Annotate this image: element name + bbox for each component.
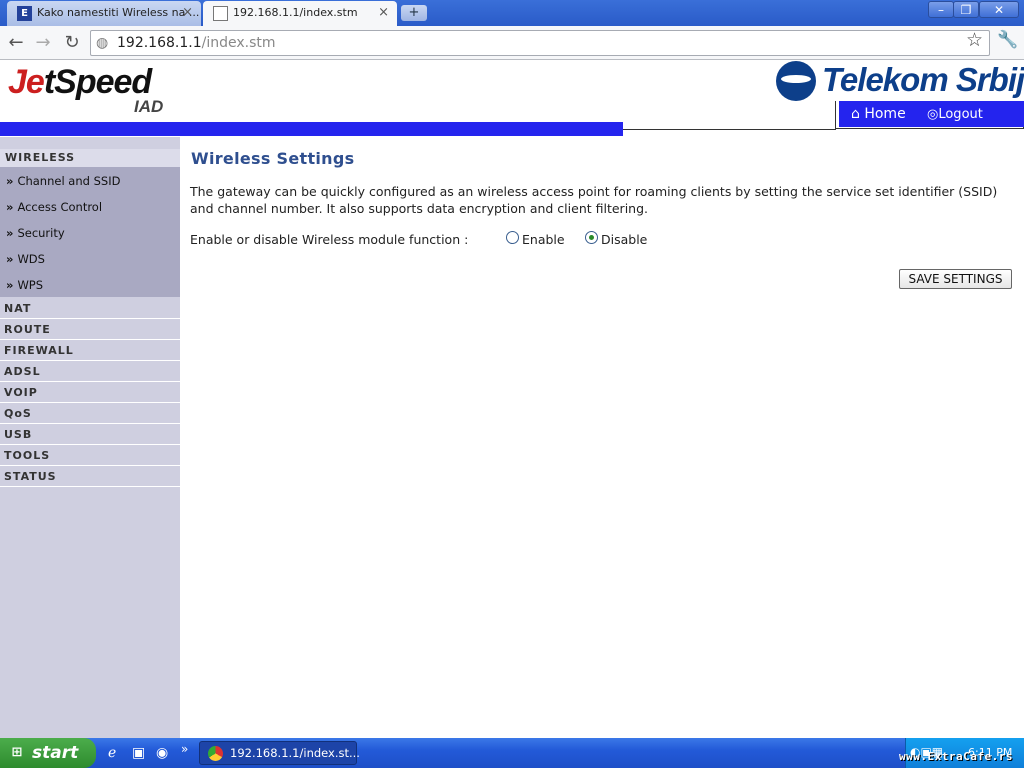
sidebar-subitem-channel-ssid[interactable]: » Channel and SSID xyxy=(6,174,124,188)
reload-icon[interactable]: ↻ xyxy=(62,32,82,53)
url-path: /index.stm xyxy=(201,35,276,51)
sidebar-subitem-wds[interactable]: » WDS xyxy=(6,252,49,266)
enable-radio[interactable] xyxy=(506,231,519,244)
taskbar: ⊞ start ℯ ▣ ◉ » 192.168.1.1/index.st... ◐… xyxy=(0,738,1024,768)
wireless-toggle-label: Enable or disable Wireless module functi… xyxy=(190,232,469,247)
home-link[interactable]: ⌂ Home xyxy=(851,106,906,122)
window-close-icon[interactable]: ✕ xyxy=(979,1,1019,18)
tab-extracafe[interactable]: E Kako namestiti Wireless na ... × xyxy=(7,1,201,26)
enable-radio-label[interactable]: Enable xyxy=(522,232,565,247)
telekom-logo: Telekom Srbija xyxy=(822,61,1024,98)
browser-toolbar: ← → ↻ ◍ 192.168.1.1/index.stm xyxy=(0,26,1024,60)
telekom-symbol-icon xyxy=(776,61,816,101)
sidebar-item-usb[interactable]: USB xyxy=(0,424,180,445)
quicklaunch-chevron-icon[interactable]: » xyxy=(181,742,188,756)
address-bar[interactable]: ◍ 192.168.1.1/index.stm xyxy=(90,30,990,56)
disable-radio-label[interactable]: Disable xyxy=(601,232,647,247)
sidebar-item-voip[interactable]: VOIP xyxy=(0,382,180,403)
url-host: 192.168.1.1 xyxy=(117,35,202,51)
page-title: Wireless Settings xyxy=(191,149,355,168)
tab-close-icon[interactable]: × xyxy=(182,5,193,20)
new-tab-button[interactable]: + xyxy=(401,5,427,21)
site-favicon-icon: E xyxy=(17,6,32,21)
taskbar-item-browser[interactable]: 192.168.1.1/index.st... xyxy=(199,741,360,765)
windows-flag-icon: ⊞ xyxy=(11,745,23,760)
sidebar-item-status[interactable]: STATUS xyxy=(0,466,180,487)
sidebar-item-firewall[interactable]: FIREWALL xyxy=(0,340,180,361)
sidebar-item-wireless[interactable]: WIRELESS xyxy=(0,149,180,167)
media-player-icon[interactable]: ◉ xyxy=(156,745,168,761)
wrench-icon[interactable]: 🔧 xyxy=(997,30,1018,50)
page-favicon-icon xyxy=(213,6,228,21)
start-button[interactable]: ⊞ start xyxy=(0,738,96,768)
chrome-icon xyxy=(208,746,223,761)
tab-label: 192.168.1.1/index.stm xyxy=(233,6,358,19)
maximize-icon[interactable]: ❐ xyxy=(953,1,979,18)
page-description: The gateway can be quickly configured as… xyxy=(190,184,998,216)
wireless-submenu: » Channel and SSID » Access Control » Secur… xyxy=(0,167,180,297)
top-nav: ⌂ Home ◎Logout xyxy=(835,101,1024,129)
sidebar-item-adsl[interactable]: ADSL xyxy=(0,361,180,382)
tab-close-icon[interactable]: × xyxy=(378,5,389,20)
router-page: JetSpeed IAD Telekom Srbija ⌂ Home ◎Logo… xyxy=(0,61,1024,738)
back-arrow-icon[interactable]: ← xyxy=(6,32,26,53)
bookmark-star-icon[interactable]: ☆ xyxy=(966,29,983,51)
ie-icon[interactable]: ℯ xyxy=(108,745,116,761)
tab-router[interactable]: 192.168.1.1/index.stm × xyxy=(203,1,397,26)
sidebar-subitem-wps[interactable]: » WPS xyxy=(6,278,47,292)
sidebar-subitem-access-control[interactable]: » Access Control xyxy=(6,200,106,214)
sidebar-subitem-security[interactable]: » Security xyxy=(6,226,69,240)
globe-icon: ◍ xyxy=(96,35,109,51)
tab-strip: E Kako namestiti Wireless na ... × 192.1… xyxy=(0,0,1024,26)
header-divider xyxy=(623,129,836,130)
forward-arrow-icon[interactable]: → xyxy=(33,32,53,53)
browser-window: E Kako namestiti Wireless na ... × 192.1… xyxy=(0,0,1024,738)
sidebar-menu: WIRELESS » Channel and SSID » Access Contr… xyxy=(0,137,180,738)
desktop-icon[interactable]: ▣ xyxy=(132,745,145,761)
sidebar-item-qos[interactable]: QoS xyxy=(0,403,180,424)
header-band xyxy=(0,122,623,136)
jetspeed-logo-sub: IAD xyxy=(134,97,164,116)
jetspeed-logo: JetSpeed xyxy=(8,63,152,101)
logout-link[interactable]: ◎Logout xyxy=(927,107,983,122)
sidebar-item-nat[interactable]: NAT xyxy=(0,298,180,319)
sidebar-item-tools[interactable]: TOOLS xyxy=(0,445,180,466)
minimize-icon[interactable]: – xyxy=(928,1,954,18)
tab-label: Kako namestiti Wireless na ... xyxy=(37,6,200,19)
url-text: 192.168.1.1/index.stm xyxy=(117,35,276,51)
disable-radio[interactable] xyxy=(585,231,598,244)
power-icon: ◎ xyxy=(927,107,939,122)
save-settings-button[interactable]: SAVE SETTINGS xyxy=(899,269,1012,289)
watermark: www.ExtraCafe.rs xyxy=(899,750,1013,763)
sidebar-item-route[interactable]: ROUTE xyxy=(0,319,180,340)
home-icon: ⌂ xyxy=(851,106,860,122)
